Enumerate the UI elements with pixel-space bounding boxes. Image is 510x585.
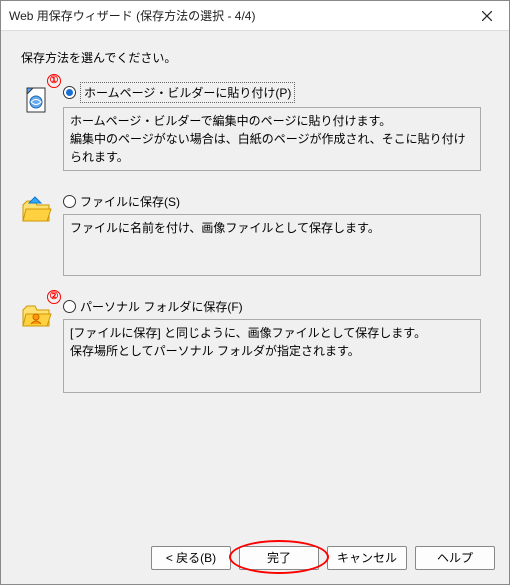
desc-line: ホームページ・ビルダーで編集中のページに貼り付けます。 — [70, 112, 474, 130]
titlebar: Web 用保存ウィザード (保存方法の選択 - 4/4) — [1, 1, 509, 31]
content-area: 保存方法を選んでください。 ① ホームページ・ビルダーに貼り付け(P) ホームペ — [1, 31, 509, 532]
desc-line: 編集中のページがない場合は、白紙のページが作成され、そこに貼り付けられます。 — [70, 130, 474, 166]
option-main: ホームページ・ビルダーに貼り付け(P) ホームページ・ビルダーで編集中のページに… — [63, 82, 489, 171]
finish-button[interactable]: 完了 — [239, 546, 319, 570]
finish-button-wrap: 完了 — [239, 546, 319, 570]
radio-paste-to-builder[interactable] — [63, 86, 76, 99]
personal-folder-icon — [21, 300, 53, 332]
description-box: [ファイルに保存] と同じように、画像ファイルとして保存します。 保存場所として… — [63, 319, 481, 393]
radio-row[interactable]: ホームページ・ビルダーに貼り付け(P) — [63, 82, 489, 103]
close-icon — [482, 11, 492, 21]
radio-row[interactable]: パーソナル フォルダに保存(F) — [63, 298, 489, 315]
page-icon — [21, 84, 53, 116]
close-button[interactable] — [464, 1, 509, 30]
back-button[interactable]: < 戻る(B) — [151, 546, 231, 570]
radio-save-to-personal-folder[interactable] — [63, 300, 76, 313]
window-title: Web 用保存ウィザード (保存方法の選択 - 4/4) — [9, 7, 464, 24]
option-save-to-file: ファイルに保存(S) ファイルに名前を付け、画像ファイルとして保存します。 — [21, 193, 489, 276]
footer-buttons: < 戻る(B) 完了 キャンセル ヘルプ — [1, 532, 509, 584]
instruction-text: 保存方法を選んでください。 — [21, 49, 489, 66]
option-main: パーソナル フォルダに保存(F) [ファイルに保存] と同じように、画像ファイル… — [63, 298, 489, 393]
annotation-badge-2: ② — [47, 290, 61, 304]
description-box: ホームページ・ビルダーで編集中のページに貼り付けます。 編集中のページがない場合… — [63, 107, 481, 171]
desc-line: ファイルに名前を付け、画像ファイルとして保存します。 — [70, 219, 474, 237]
description-box: ファイルに名前を付け、画像ファイルとして保存します。 — [63, 214, 481, 276]
radio-save-to-file[interactable] — [63, 195, 76, 208]
icon-column: ② — [21, 298, 63, 335]
cancel-button[interactable]: キャンセル — [327, 546, 407, 570]
folder-open-icon — [21, 195, 53, 227]
option-main: ファイルに保存(S) ファイルに名前を付け、画像ファイルとして保存します。 — [63, 193, 489, 276]
option-save-to-personal-folder: ② パーソナル フォルダに保存(F) [ファイルに保存] と同じように、画像ファ… — [21, 298, 489, 393]
desc-line: [ファイルに保存] と同じように、画像ファイルとして保存します。 — [70, 324, 474, 342]
dialog-window: Web 用保存ウィザード (保存方法の選択 - 4/4) 保存方法を選んでくださ… — [0, 0, 510, 585]
annotation-badge-1: ① — [47, 74, 61, 88]
help-button[interactable]: ヘルプ — [415, 546, 495, 570]
radio-label: ホームページ・ビルダーに貼り付け(P) — [80, 82, 295, 103]
radio-label: パーソナル フォルダに保存(F) — [80, 298, 243, 315]
desc-line: 保存場所としてパーソナル フォルダが指定されます。 — [70, 342, 474, 360]
option-paste-to-builder: ① ホームページ・ビルダーに貼り付け(P) ホームページ・ビルダーで編集中のペー… — [21, 82, 489, 171]
radio-label: ファイルに保存(S) — [80, 193, 180, 210]
icon-column — [21, 193, 63, 230]
icon-column: ① — [21, 82, 63, 119]
radio-row[interactable]: ファイルに保存(S) — [63, 193, 489, 210]
